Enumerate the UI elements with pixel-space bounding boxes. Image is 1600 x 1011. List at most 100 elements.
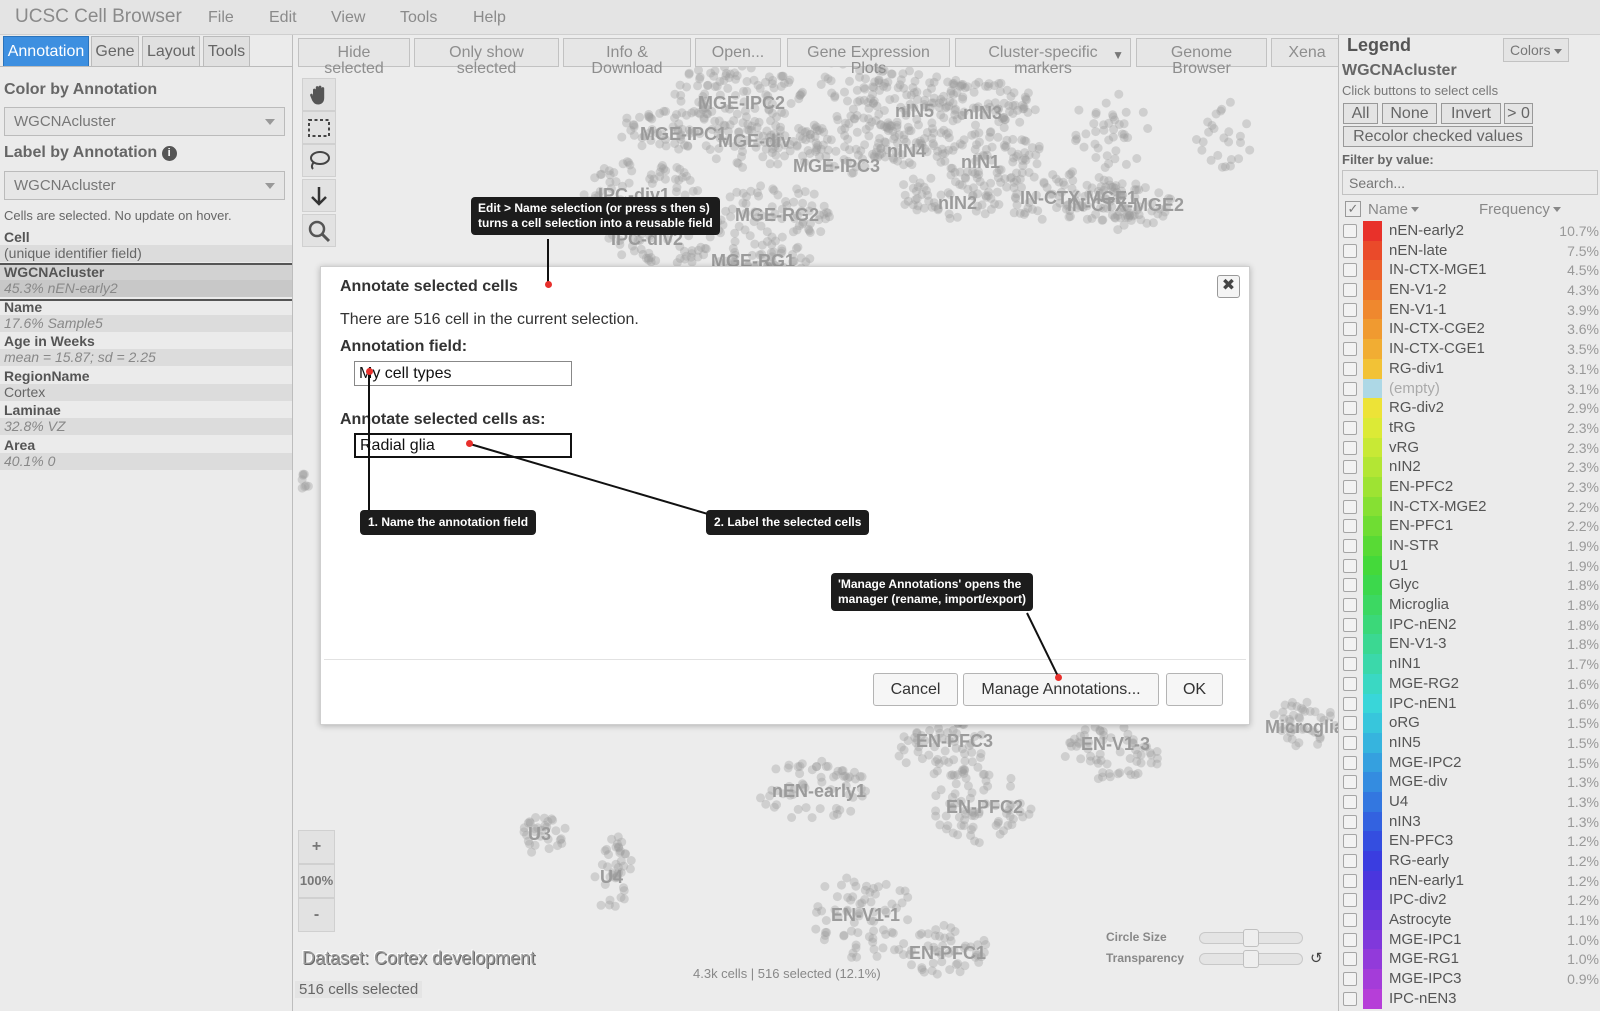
legend-row-checkbox[interactable] <box>1343 519 1357 534</box>
legend-color-swatch[interactable] <box>1363 969 1382 989</box>
legend-row[interactable]: nEN-early1 1.2% <box>1339 870 1600 891</box>
legend-row-checkbox[interactable] <box>1343 775 1357 790</box>
legend-color-swatch[interactable] <box>1363 221 1382 241</box>
legend-color-swatch[interactable] <box>1363 890 1382 911</box>
legend-row-checkbox[interactable] <box>1343 539 1357 553</box>
legend-row-checkbox[interactable] <box>1343 440 1357 455</box>
legend-color-swatch[interactable] <box>1363 457 1382 477</box>
legend-color-swatch[interactable] <box>1363 910 1382 930</box>
legend-color-swatch[interactable] <box>1363 417 1382 438</box>
info-download-button[interactable]: Info & Download <box>563 38 691 77</box>
color-by-select[interactable]: WGCNAcluster <box>4 107 285 136</box>
legend-row-checkbox[interactable] <box>1343 479 1357 494</box>
legend-row[interactable]: MGE-RG1 1.0% <box>1339 949 1600 970</box>
legend-color-swatch[interactable] <box>1363 358 1382 379</box>
cancel-button[interactable]: Cancel <box>873 673 958 706</box>
legend-row[interactable]: Microglia 1.8% <box>1339 595 1600 615</box>
legend-row[interactable]: EN-PFC1 2.2% <box>1339 516 1600 536</box>
legend-row-checkbox[interactable] <box>1343 381 1357 396</box>
legend-color-swatch[interactable] <box>1363 693 1382 714</box>
legend-row-checkbox[interactable] <box>1343 952 1357 967</box>
filter-search-input[interactable] <box>1342 170 1598 195</box>
select-none-button[interactable]: None <box>1382 103 1437 124</box>
lasso-tool-button[interactable] <box>302 144 336 177</box>
legend-row[interactable]: EN-PFC2 2.3% <box>1339 476 1600 497</box>
legend-row[interactable]: U4 1.3% <box>1339 791 1600 812</box>
sort-by-frequency[interactable]: Frequency <box>1479 201 1561 218</box>
menu-help[interactable]: Help <box>473 9 506 27</box>
legend-color-swatch[interactable] <box>1363 260 1382 281</box>
transparency-slider[interactable] <box>1199 950 1303 968</box>
legend-row-checkbox[interactable] <box>1343 834 1357 849</box>
legend-color-swatch[interactable] <box>1363 240 1382 261</box>
legend-row-checkbox[interactable] <box>1343 893 1357 908</box>
gene-expression-plots-button[interactable]: Gene Expression Plots <box>787 38 950 77</box>
hide-selected-button[interactable]: Hide selected <box>298 38 410 77</box>
legend-color-swatch[interactable] <box>1363 398 1382 418</box>
legend-color-swatch[interactable] <box>1363 772 1382 792</box>
legend-row[interactable]: IN-CTX-MGE2 2.2% <box>1339 496 1600 517</box>
label-by-select[interactable]: WGCNAcluster <box>4 171 285 200</box>
legend-row[interactable]: RG-early 1.2% <box>1339 851 1600 871</box>
close-icon[interactable]: ✖ <box>1217 275 1240 298</box>
legend-row[interactable]: MGE-IPC3 0.9% <box>1339 969 1600 989</box>
legend-row-checkbox[interactable] <box>1343 558 1357 573</box>
menu-view[interactable]: View <box>331 9 365 27</box>
legend-row[interactable]: RG-div2 2.9% <box>1339 398 1600 418</box>
legend-color-swatch[interactable] <box>1363 536 1382 556</box>
legend-color-swatch[interactable] <box>1363 732 1382 753</box>
legend-color-swatch[interactable] <box>1363 575 1382 596</box>
legend-row[interactable]: MGE-IPC1 1.0% <box>1339 929 1600 950</box>
legend-row[interactable]: IPC-div2 1.2% <box>1339 890 1600 911</box>
zoom-in-button[interactable]: + <box>298 830 335 864</box>
legend-row[interactable]: Glyc 1.8% <box>1339 575 1600 596</box>
meta-cell[interactable]: Cell (unique identifier field) <box>0 230 292 262</box>
xena-button[interactable]: Xena <box>1271 38 1338 67</box>
legend-row-checkbox[interactable] <box>1343 499 1357 514</box>
legend-row-checkbox[interactable] <box>1343 676 1357 691</box>
legend-row[interactable]: RG-div1 3.1% <box>1339 358 1600 379</box>
legend-row-checkbox[interactable] <box>1343 401 1357 416</box>
legend-row[interactable]: nEN-early2 10.7% <box>1339 221 1600 241</box>
colors-button[interactable]: Colors <box>1503 38 1569 62</box>
annotation-field-input[interactable] <box>354 361 572 386</box>
legend-color-swatch[interactable] <box>1363 654 1382 674</box>
legend-row-checkbox[interactable] <box>1343 932 1357 947</box>
legend-row[interactable]: IN-STR 1.9% <box>1339 536 1600 556</box>
circle-size-slider[interactable] <box>1199 929 1303 947</box>
legend-row[interactable]: MGE-IPC2 1.5% <box>1339 752 1600 773</box>
legend-row[interactable]: U1 1.9% <box>1339 555 1600 576</box>
legend-color-swatch[interactable] <box>1363 673 1382 694</box>
select-all-button[interactable]: All <box>1343 103 1378 124</box>
legend-row-checkbox[interactable] <box>1343 598 1357 613</box>
meta-regionname[interactable]: RegionName Cortex <box>0 369 292 401</box>
annotate-as-input[interactable] <box>354 433 572 458</box>
legend-row-checkbox[interactable] <box>1343 991 1357 1006</box>
legend-color-swatch[interactable] <box>1363 595 1382 615</box>
legend-row-checkbox[interactable] <box>1343 617 1357 632</box>
legend-color-swatch[interactable] <box>1363 555 1382 576</box>
reset-icon[interactable]: ↺ <box>1310 949 1323 967</box>
zoom-out-button[interactable]: - <box>298 898 335 932</box>
menu-tools[interactable]: Tools <box>400 9 437 27</box>
sort-by-name[interactable]: Name <box>1368 201 1420 218</box>
legend-row[interactable]: IN-CTX-CGE1 3.5% <box>1339 339 1600 359</box>
legend-row[interactable]: IN-CTX-CGE2 3.6% <box>1339 319 1600 340</box>
legend-row-checkbox[interactable] <box>1343 342 1357 357</box>
legend-color-swatch[interactable] <box>1363 791 1382 812</box>
legend-row[interactable]: IPC-nEN2 1.8% <box>1339 614 1600 635</box>
pan-tool-button[interactable] <box>302 78 336 111</box>
legend-color-swatch[interactable] <box>1363 476 1382 497</box>
legend-row[interactable]: MGE-div 1.3% <box>1339 772 1600 792</box>
legend-row-checkbox[interactable] <box>1343 794 1357 809</box>
legend-row[interactable]: nIN1 1.7% <box>1339 654 1600 674</box>
legend-row[interactable]: nIN3 1.3% <box>1339 811 1600 832</box>
legend-color-swatch[interactable] <box>1363 811 1382 832</box>
legend-color-swatch[interactable] <box>1363 437 1382 458</box>
legend-color-swatch[interactable] <box>1363 634 1382 655</box>
legend-row-checkbox[interactable] <box>1343 873 1357 888</box>
legend-row-checkbox[interactable] <box>1343 716 1357 731</box>
legend-color-swatch[interactable] <box>1363 851 1382 871</box>
legend-color-swatch[interactable] <box>1363 496 1382 517</box>
legend-color-swatch[interactable] <box>1363 949 1382 970</box>
